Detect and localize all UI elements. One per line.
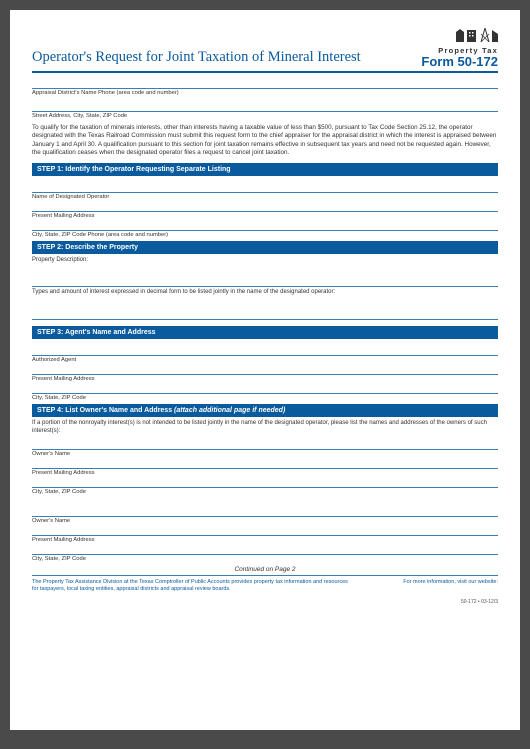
field-owner1-city[interactable] [32, 478, 498, 488]
label-operator-name: Name of Designated Operator [32, 194, 498, 200]
field-step3-mailing[interactable] [32, 365, 498, 375]
label-appraisal-phone: Appraisal District's Name Phone (area co… [32, 90, 498, 96]
step1-heading: STEP 1: Identify the Operator Requesting… [32, 163, 498, 176]
label-agent: Authorized Agent [32, 357, 498, 363]
field-owner1-mailing[interactable] [32, 459, 498, 469]
header: Operator's Request for Joint Taxation of… [32, 28, 498, 73]
field-operator-name[interactable] [32, 179, 498, 193]
label-owner1-name: Owner's Name [32, 451, 498, 457]
step4-heading: STEP 4: List Owner's Name and Address (a… [32, 404, 498, 417]
label-step1-mailing: Present Mailing Address [32, 213, 498, 219]
field-street-address[interactable] [32, 102, 498, 112]
label-owner2-name: Owner's Name [32, 518, 498, 524]
field-owner2-name[interactable] [32, 501, 498, 517]
label-owner1-city: City, State, ZIP Code [32, 489, 498, 495]
header-right: Property Tax Form 50-172 [421, 28, 498, 68]
version: 50-172 • 03-12/3 [32, 599, 498, 605]
label-step1-cityphone: City, State, ZIP Code Phone (area code a… [32, 232, 498, 238]
field-owner2-city[interactable] [32, 545, 498, 555]
field-step1-mailing[interactable] [32, 202, 498, 212]
footer-left: The Property Tax Assistance Division at … [32, 579, 352, 593]
step2-heading: STEP 2: Describe the Property [32, 241, 498, 254]
field-agent[interactable] [32, 342, 498, 356]
field-types[interactable] [32, 296, 498, 320]
continued-text: Continued on Page 2 [32, 566, 498, 573]
field-prop-desc[interactable] [32, 263, 498, 287]
field-step3-city[interactable] [32, 384, 498, 394]
field-step1-cityphone[interactable] [32, 221, 498, 231]
intro-paragraph: To qualify for the taxation of minerals … [32, 124, 498, 158]
form-number: Form 50-172 [421, 55, 498, 68]
label-types: Types and amount of interest expressed i… [32, 289, 498, 297]
form-page: Operator's Request for Joint Taxation of… [10, 10, 520, 730]
label-owner1-mailing: Present Mailing Address [32, 470, 498, 476]
label-step3-city: City, State, ZIP Code [32, 395, 498, 401]
form-title: Operator's Request for Joint Taxation of… [32, 49, 361, 68]
label-owner2-city: City, State, ZIP Code [32, 556, 498, 562]
building-icons [421, 28, 498, 45]
field-owner2-mailing[interactable] [32, 526, 498, 536]
label-step3-mailing: Present Mailing Address [32, 376, 498, 382]
step3-heading: STEP 3: Agent's Name and Address [32, 326, 498, 339]
footer: The Property Tax Assistance Division at … [32, 575, 498, 593]
label-owner2-mailing: Present Mailing Address [32, 537, 498, 543]
field-owner1-name[interactable] [32, 438, 498, 450]
label-street-address: Street Address, City, State, ZIP Code [32, 113, 498, 119]
step4-instruction: If a portion of the nonroyalty interest(… [32, 420, 498, 436]
footer-right: For more information, visit our website: [403, 579, 498, 585]
field-appraisal-phone[interactable] [32, 79, 498, 89]
